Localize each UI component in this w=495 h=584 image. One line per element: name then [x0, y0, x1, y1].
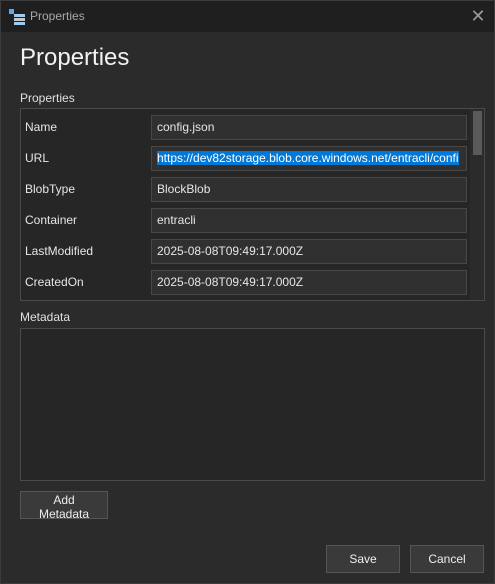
- page-title: Properties: [20, 44, 130, 71]
- title-bar: Properties ✕: [1, 1, 494, 32]
- save-button[interactable]: Save: [326, 545, 400, 573]
- property-label: URL: [25, 151, 50, 165]
- url-value-field[interactable]: https://dev82storage.blob.core.windows.n…: [151, 146, 467, 171]
- selected-url-text: https://dev82storage.blob.core.windows.n…: [157, 151, 459, 165]
- add-metadata-button[interactable]: Add Metadata: [20, 491, 108, 521]
- scrollbar-thumb[interactable]: [473, 111, 482, 155]
- close-icon[interactable]: ✕: [462, 1, 494, 32]
- property-label: LastModified: [25, 244, 94, 258]
- property-row-container: Container entracli: [21, 205, 471, 236]
- property-label: Name: [25, 120, 58, 134]
- property-value-field[interactable]: config.json: [151, 115, 467, 140]
- property-value-field[interactable]: entracli: [151, 208, 467, 233]
- property-value-field[interactable]: 2025-08-08T09:49:17.000Z: [151, 239, 467, 264]
- cancel-button[interactable]: Cancel: [410, 545, 484, 573]
- properties-dialog: Properties ✕ Properties Properties Name …: [0, 0, 495, 584]
- property-row-name: Name config.json: [21, 112, 471, 143]
- properties-grid: Name config.json URL https://dev82storag…: [20, 108, 485, 301]
- property-row-createdon: CreatedOn 2025-08-08T09:49:17.000Z: [21, 267, 471, 298]
- property-row-url: URL https://dev82storage.blob.core.windo…: [21, 143, 471, 174]
- property-row-lastmodified: LastModified 2025-08-08T09:49:17.000Z: [21, 236, 471, 267]
- metadata-list[interactable]: [20, 328, 485, 481]
- properties-section-label: Properties: [20, 91, 75, 105]
- property-label: Container: [25, 213, 78, 227]
- storage-explorer-icon: [9, 9, 25, 25]
- vertical-scrollbar[interactable]: [470, 109, 484, 300]
- property-value-field[interactable]: BlockBlob: [151, 177, 467, 202]
- metadata-section-label: Metadata: [20, 310, 71, 324]
- property-label: CreatedOn: [25, 275, 84, 289]
- property-value-field[interactable]: 2025-08-08T09:49:17.000Z: [151, 270, 467, 295]
- property-label: BlobType: [25, 182, 76, 196]
- window-title: Properties: [30, 9, 85, 23]
- property-row-blobtype: BlobType BlockBlob: [21, 174, 471, 205]
